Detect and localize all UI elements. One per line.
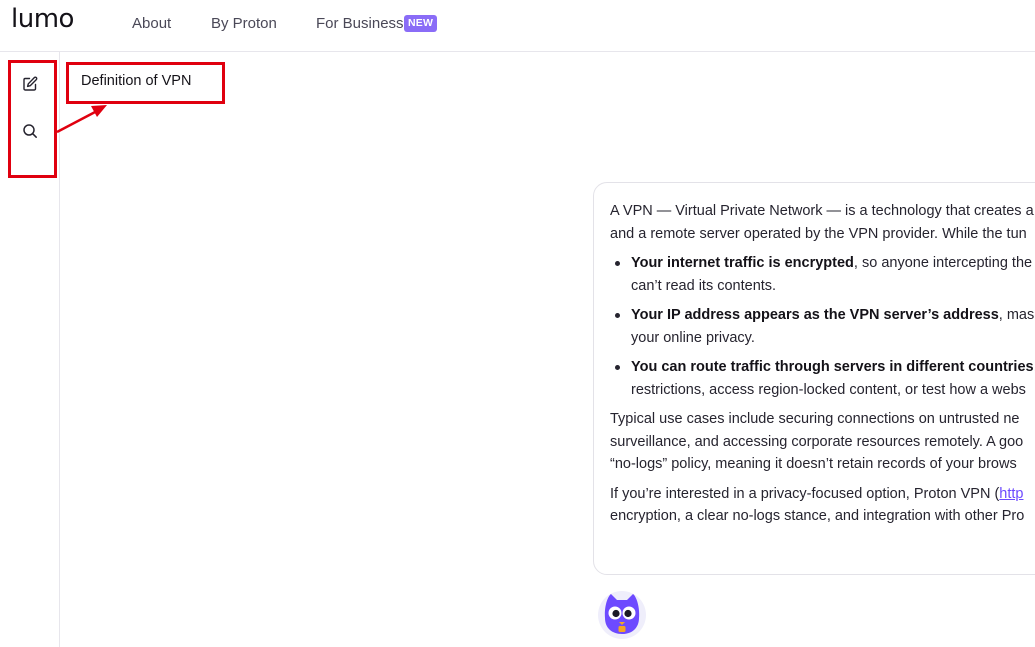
message-body: A VPN — Virtual Private Network — is a t…: [610, 200, 1035, 528]
message-text: , mask: [998, 307, 1035, 323]
lumo-logo[interactable]: lumo: [11, 4, 74, 34]
message-text-line: restrictions, access region‑locked conte…: [631, 381, 1026, 398]
message-text-line: and a remote server operated by the VPN …: [610, 225, 1027, 242]
nav-for-business-link[interactable]: For Business: [316, 15, 404, 32]
message-text-line: “no‑logs” policy, meaning it doesn’t ret…: [610, 456, 1017, 472]
list-item: You can route traffic through servers in…: [610, 356, 1035, 401]
lumo-mascot-icon: [596, 588, 648, 640]
message-text-line: A VPN — Virtual Private Network — is a t…: [610, 203, 1034, 219]
chat-title[interactable]: Definition of VPN: [81, 73, 191, 89]
nav-about-link[interactable]: About: [132, 15, 171, 32]
message-text-line: surveillance, and accessing corporate re…: [610, 433, 1024, 450]
top-navigation-bar: lumo About By Proton For Business NEW: [0, 0, 1035, 52]
message-text: If you’re interested in a privacy‑focuse…: [610, 485, 1000, 502]
message-text-line: can’t read its contents.: [631, 277, 777, 294]
bold-phrase: Your IP address appears as the VPN serve…: [631, 307, 999, 323]
proton-vpn-link[interactable]: http: [999, 486, 1023, 502]
message-text-line: encryption, a clear no‑logs stance, and …: [610, 508, 1025, 524]
bold-phrase: Your internet traffic is encrypted: [631, 255, 854, 271]
list-item: Your IP address appears as the VPN serve…: [610, 304, 1035, 349]
nav-by-proton-link[interactable]: By Proton: [211, 15, 277, 32]
edit-icon[interactable]: [21, 75, 39, 93]
bullet-dot: [615, 313, 620, 318]
message-text-line: your online privacy.: [631, 329, 755, 346]
message-text-line: Typical use cases include securing conne…: [610, 411, 1020, 427]
message-text: , so anyone intercepting the: [853, 255, 1033, 271]
list-item: Your internet traffic is encrypted, so a…: [610, 252, 1035, 297]
bullet-dot: [615, 261, 620, 266]
assistant-message-card: A VPN — Virtual Private Network — is a t…: [593, 182, 1035, 575]
search-icon[interactable]: [21, 122, 39, 140]
new-badge: NEW: [404, 15, 438, 32]
bullet-dot: [615, 365, 620, 370]
bold-phrase: You can route traffic through servers in…: [631, 359, 1034, 375]
